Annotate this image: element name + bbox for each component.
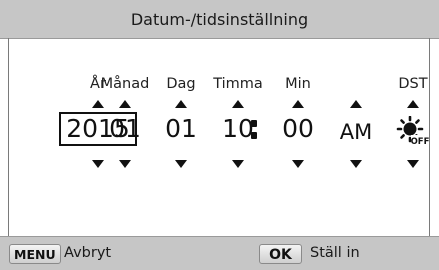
page-title: Datum-/tidsinställning [130, 9, 309, 29]
ampm-down-arrow-icon[interactable] [350, 160, 362, 168]
title-bar: Datum-/tidsinställning [0, 0, 439, 39]
month-down-arrow-icon[interactable] [119, 160, 131, 168]
set-label[interactable]: Ställ in [310, 245, 360, 261]
time-separator [251, 118, 259, 140]
minute-down-arrow-icon[interactable] [292, 160, 304, 168]
day-up-arrow-icon[interactable] [175, 100, 187, 108]
button-hint-bar: MENU Avbryt OK Ställ in [0, 236, 439, 270]
menu-key[interactable]: MENU [9, 244, 61, 264]
ok-key[interactable]: OK [259, 244, 302, 264]
date-time-settings-screen: Datum-/tidsinställning År 2015 Månad 01 … [0, 0, 439, 270]
hour-down-arrow-icon[interactable] [232, 160, 244, 168]
dst-field[interactable]: DST OFF [378, 38, 439, 236]
minute-up-arrow-icon[interactable] [292, 100, 304, 108]
svg-text:OFF: OFF [411, 137, 430, 146]
cancel-label[interactable]: Avbryt [64, 245, 111, 261]
ampm-up-arrow-icon[interactable] [350, 100, 362, 108]
month-up-arrow-icon[interactable] [119, 100, 131, 108]
day-down-arrow-icon[interactable] [175, 160, 187, 168]
dst-off-icon[interactable]: OFF [378, 116, 439, 146]
dst-up-arrow-icon[interactable] [407, 100, 419, 108]
dst-label: DST [398, 76, 428, 92]
dst-down-arrow-icon[interactable] [407, 160, 419, 168]
hour-up-arrow-icon[interactable] [232, 100, 244, 108]
